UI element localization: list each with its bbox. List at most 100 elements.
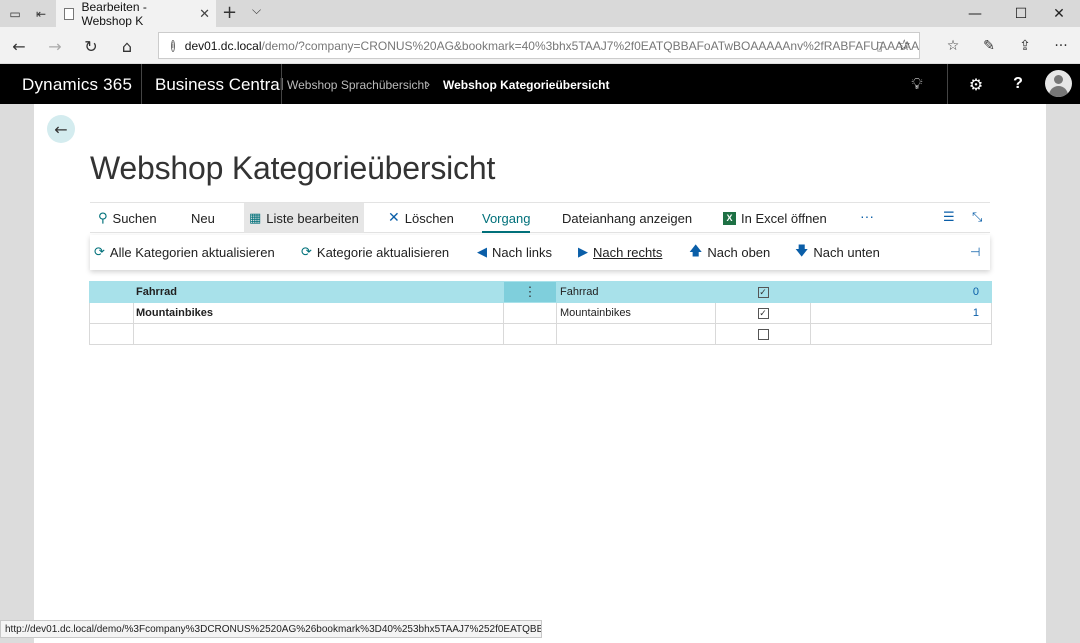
category-name-cell[interactable]: Fahrrad xyxy=(133,281,504,303)
new-label: Neu xyxy=(191,210,215,226)
header-divider xyxy=(281,64,282,104)
new-button[interactable]: Neu xyxy=(191,203,215,233)
edit-list-icon: ▦ xyxy=(249,210,262,226)
pin-icon[interactable]: ⊣ xyxy=(970,245,980,259)
minimize-icon[interactable]: — xyxy=(952,0,998,27)
tab-process[interactable]: Vorgang xyxy=(482,203,531,233)
page-title: Webshop Kategorieübersicht xyxy=(90,150,496,186)
move-left-button[interactable]: ◀ Nach links xyxy=(477,235,552,270)
value-cell[interactable]: 0 xyxy=(810,281,992,303)
url-host: dev01.dc.local xyxy=(184,38,262,53)
edit-list-button[interactable]: ▦ Liste bearbeiten xyxy=(244,203,364,233)
new-tab-icon[interactable]: + xyxy=(222,2,237,23)
favorite-star-icon[interactable]: ☆ xyxy=(898,36,911,54)
row-selector[interactable] xyxy=(89,302,134,324)
checkbox-cell[interactable]: ✓ xyxy=(715,281,811,303)
checkbox[interactable]: ✓ xyxy=(757,307,769,319)
table-row[interactable] xyxy=(89,323,992,345)
share-icon[interactable]: ⇪ xyxy=(1014,35,1036,57)
description-cell[interactable]: Mountainbikes xyxy=(556,302,716,324)
description-cell[interactable] xyxy=(556,323,716,345)
update-all-label: Alle Kategorien aktualisieren xyxy=(109,245,275,260)
checkbox-cell[interactable]: ✓ xyxy=(715,302,811,324)
chevron-down-icon[interactable]: ⌵ xyxy=(252,3,261,18)
action-bar: ⚲ Suchen Neu ▦ Liste bearbeiten ✕ Lösche… xyxy=(90,202,990,233)
browser-toolbar: ← → ↻ ⌂ i dev01.dc.local /demo/?company=… xyxy=(0,27,1080,64)
row-selector[interactable] xyxy=(89,281,134,303)
reading-view-icon[interactable]: ▯ xyxy=(876,39,883,53)
app-header: Dynamics 365 Business Central Webshop Sp… xyxy=(0,64,1080,104)
brand-name[interactable]: Dynamics 365 xyxy=(22,75,132,95)
open-excel-button[interactable]: X In Excel öffnen xyxy=(723,203,827,233)
search-icon: ⚲ xyxy=(98,210,108,226)
page-favicon-icon xyxy=(64,7,75,20)
update-category-label: Kategorie aktualisieren xyxy=(316,245,450,260)
product-name[interactable]: Business Central xyxy=(155,75,284,95)
delete-button[interactable]: ✕ Löschen xyxy=(388,203,454,233)
help-icon[interactable]: ? xyxy=(1007,73,1029,95)
move-right-button[interactable]: ▶ Nach rechts xyxy=(578,235,662,270)
search-button[interactable]: ⚲ Suchen xyxy=(98,203,157,233)
edit-list-label: Liste bearbeiten xyxy=(266,210,359,226)
table-row[interactable]: Mountainbikes Mountainbikes ✓ 1 xyxy=(89,302,992,324)
avatar-head xyxy=(1054,75,1063,84)
more-actions-icon[interactable]: ··· xyxy=(860,208,874,224)
breadcrumb-separator-icon: › xyxy=(426,77,430,91)
collapse-icon[interactable]: ⤡ xyxy=(972,210,982,225)
back-icon[interactable]: ← xyxy=(8,35,30,57)
process-actions-panel: ⟳ Alle Kategorien aktualisieren ⟳ Katego… xyxy=(90,235,990,270)
forward-icon[interactable]: → xyxy=(44,35,66,57)
tab-actions-icon[interactable]: ▭ xyxy=(2,0,28,27)
header-divider xyxy=(947,64,948,104)
refresh-icon[interactable]: ↻ xyxy=(80,35,102,57)
delete-label: Löschen xyxy=(404,210,454,226)
category-name-cell[interactable] xyxy=(133,323,504,345)
status-link-url: http://dev01.dc.local/demo/%3Fcompany%3D… xyxy=(0,620,542,638)
search-label: Suchen xyxy=(112,210,157,226)
value-cell[interactable]: 1 xyxy=(810,302,992,324)
move-down-button[interactable]: 🡇︎ Nach unten xyxy=(795,235,880,270)
update-all-categories-button[interactable]: ⟳ Alle Kategorien aktualisieren xyxy=(94,235,275,270)
left-margin xyxy=(0,104,34,643)
breadcrumb-current: Webshop Kategorieübersicht xyxy=(443,78,610,92)
gear-icon[interactable]: ⚙ xyxy=(965,73,987,95)
favorites-icon[interactable]: ☆ xyxy=(942,35,964,57)
row-selector[interactable] xyxy=(89,323,134,345)
home-icon[interactable]: ⌂ xyxy=(116,35,138,57)
header-divider xyxy=(141,64,142,104)
address-bar[interactable]: i dev01.dc.local /demo/?company=CRONUS%2… xyxy=(158,32,920,59)
close-tab-icon[interactable]: ✕ xyxy=(199,6,210,22)
set-aside-tabs-icon[interactable]: ⇤ xyxy=(28,0,54,27)
close-window-icon[interactable]: ✕ xyxy=(1036,0,1080,27)
category-grid: Fahrrad ⋮ Fahrrad ✓ 0 Mountainbikes Mountainbi… xyxy=(89,281,992,345)
row-actions-icon[interactable] xyxy=(503,323,557,345)
avatar-body xyxy=(1049,86,1068,97)
description-cell[interactable]: Fahrrad xyxy=(556,281,716,303)
lightbulb-icon[interactable]: 💡︎ xyxy=(906,73,928,95)
checkbox[interactable] xyxy=(757,328,769,340)
table-row[interactable]: Fahrrad ⋮ Fahrrad ✓ 0 xyxy=(89,281,992,303)
show-attachments-button[interactable]: Dateianhang anzeigen xyxy=(562,203,692,233)
update-category-button[interactable]: ⟳ Kategorie aktualisieren xyxy=(301,235,449,270)
value-cell[interactable] xyxy=(810,323,992,345)
row-actions-icon[interactable]: ⋮ xyxy=(503,281,557,303)
row-actions-icon[interactable] xyxy=(503,302,557,324)
browser-tab[interactable]: Bearbeiten - Webshop K ✕ xyxy=(56,0,216,28)
right-margin xyxy=(1046,104,1080,643)
process-label: Vorgang xyxy=(482,210,531,226)
back-arrow-icon[interactable]: ← xyxy=(47,115,75,143)
move-up-button[interactable]: 🡅︎ Nach oben xyxy=(689,235,770,270)
breadcrumb-parent[interactable]: Webshop Sprachübersicht xyxy=(287,78,428,92)
show-attachments-label: Dateianhang anzeigen xyxy=(562,210,693,226)
user-avatar[interactable] xyxy=(1045,70,1072,97)
delete-icon: ✕ xyxy=(388,210,400,226)
move-down-label: Nach unten xyxy=(813,245,880,260)
pen-icon[interactable]: ✎ xyxy=(978,35,1000,57)
checkbox-cell[interactable] xyxy=(715,323,811,345)
category-name-cell[interactable]: Mountainbikes xyxy=(133,302,504,324)
site-info-icon[interactable]: i xyxy=(171,39,175,52)
checkbox[interactable]: ✓ xyxy=(757,286,769,298)
move-up-label: Nach oben xyxy=(707,245,771,260)
list-view-icon[interactable]: ☰ xyxy=(943,210,955,225)
more-options-icon[interactable]: ··· xyxy=(1050,35,1072,57)
